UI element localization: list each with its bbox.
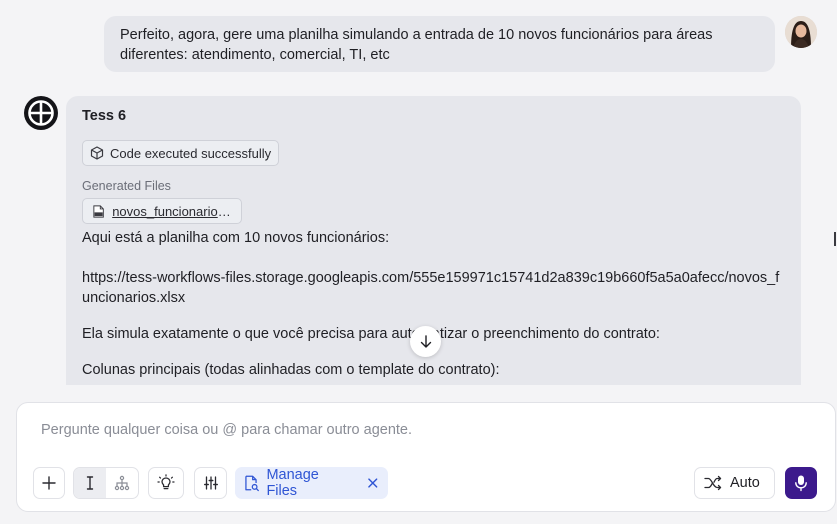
ideas-button[interactable] [148,467,184,499]
generated-files-label: Generated Files [82,179,171,193]
arrow-down-icon [420,334,431,348]
plus-icon [42,476,56,490]
add-button[interactable] [33,467,65,499]
auto-label: Auto [730,475,760,491]
hierarchy-icon [114,475,130,491]
manage-files-chip[interactable]: Manage Files [235,467,388,499]
generated-file-chip[interactable]: novos_funcionarios.xlsx [82,198,242,224]
tess-logo-icon [24,96,58,130]
cube-icon [90,146,104,160]
xls-file-icon [93,204,104,218]
sliders-icon [203,476,218,490]
mode-toggle [73,467,139,499]
scroll-to-bottom-button[interactable] [410,326,441,357]
file-search-icon [245,475,259,491]
manage-files-label: Manage Files [266,467,319,499]
voice-input-button[interactable] [785,467,817,499]
lightbulb-icon [157,474,175,490]
scrollbar-indicator[interactable] [834,232,836,246]
close-icon[interactable] [367,477,379,489]
message-input[interactable] [41,420,741,440]
auto-model-selector[interactable]: Auto [694,467,775,499]
user-avatar-icon [785,16,817,48]
code-executed-label: Code executed successfully [110,145,272,161]
assistant-paragraph-4: Colunas principais (todas alinhadas com … [82,362,500,378]
assistant-file-link[interactable]: https://tess-workflows-files.storage.goo… [82,268,782,308]
user-message-text: Perfeito, agora, gere uma planilha simul… [120,27,713,63]
shuffle-icon [704,475,722,491]
message-composer: Manage Files Auto [16,402,836,512]
code-executed-badge[interactable]: Code executed successfully [82,140,280,166]
workflow-mode-button[interactable] [106,468,138,498]
assistant-paragraph-1: Aqui está a planilha com 10 novos funcio… [82,230,390,246]
generated-file-name: novos_funcionarios.xlsx [112,203,231,219]
single-agent-mode-button[interactable] [74,468,106,498]
user-avatar[interactable] [785,16,817,48]
text-cursor-icon [86,476,94,490]
user-message-bubble: Perfeito, agora, gere uma planilha simul… [104,16,775,72]
assistant-name: Tess 6 [82,108,127,124]
settings-sliders-button[interactable] [194,467,227,499]
microphone-icon [795,475,807,492]
